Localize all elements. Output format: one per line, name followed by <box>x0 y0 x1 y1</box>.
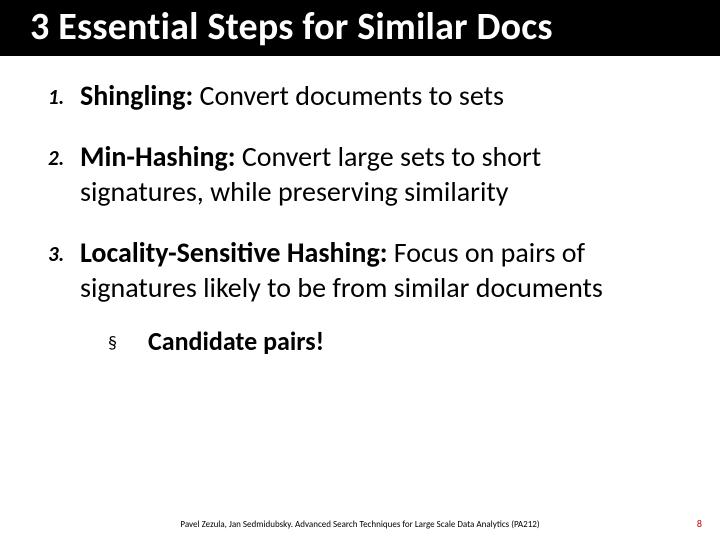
step-desc: Convert documents to sets <box>193 78 504 113</box>
step-item: 3. Locality-Sensitive Hashing: Focus on … <box>48 235 680 305</box>
step-body: Min-Hashing: Convert large sets to short… <box>80 139 680 209</box>
step-item: 1. Shingling: Convert documents to sets <box>48 78 680 113</box>
title-bar: 3 Essential Steps for Similar Docs <box>0 0 720 56</box>
step-term: Min-Hashing: <box>80 139 236 174</box>
step-term: Locality-Sensitive Hashing: <box>80 235 387 270</box>
footer-text: Pavel Zezula, Jan Sedmidubsky. Advanced … <box>0 519 720 530</box>
step-body: Locality-Sensitive Hashing: Focus on pai… <box>80 235 680 305</box>
step-body: Shingling: Convert documents to sets <box>80 78 524 113</box>
page-number: 8 <box>697 517 702 530</box>
step-term: Shingling: <box>80 78 193 113</box>
step-number: 1. <box>48 78 80 113</box>
step-number: 2. <box>48 139 80 209</box>
slide-title: 3 Essential Steps for Similar Docs <box>30 4 700 50</box>
content-area: 1. Shingling: Convert documents to sets … <box>0 56 720 357</box>
sub-bullet: § Candidate pairs! <box>108 325 680 357</box>
step-item: 2. Min-Hashing: Convert large sets to sh… <box>48 139 680 209</box>
bullet-mark-icon: § <box>108 325 148 357</box>
step-number: 3. <box>48 235 80 305</box>
sub-bullet-text: Candidate pairs! <box>148 325 324 357</box>
